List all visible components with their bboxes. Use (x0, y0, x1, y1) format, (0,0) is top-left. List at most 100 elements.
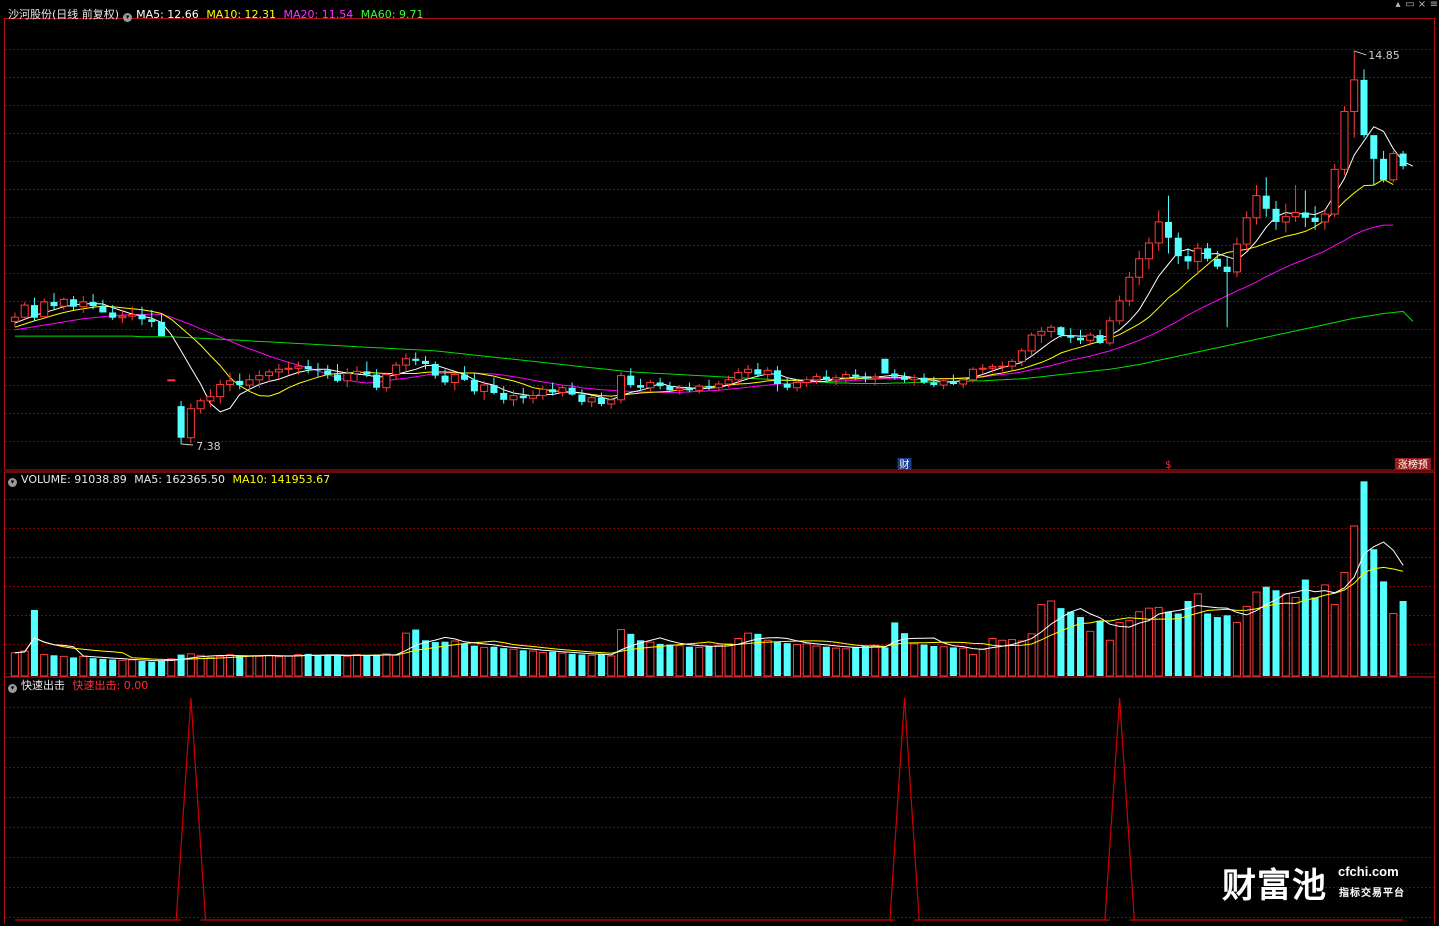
volume-bar (421, 640, 430, 676)
candle-body (930, 382, 938, 386)
volume-bar (314, 655, 322, 676)
volume-bar (930, 646, 938, 676)
candle-body (656, 382, 664, 387)
candle-body (901, 376, 909, 380)
volume-bar (852, 647, 860, 676)
settings-circle-icon[interactable]: ▾ (123, 13, 133, 22)
candle-body (666, 386, 674, 391)
volume-bar (461, 643, 469, 676)
candle-body (1135, 258, 1144, 278)
candle-body (284, 367, 293, 370)
volume-bar (1360, 481, 1368, 676)
candle-body (968, 368, 977, 381)
candle-body (558, 387, 567, 393)
candle-body (167, 379, 176, 382)
volume-bar (1017, 640, 1026, 677)
candle-body (1017, 350, 1026, 362)
volume-bar (1144, 607, 1153, 677)
finance-marker: 财 (900, 458, 910, 471)
volume-bar (1350, 525, 1359, 677)
candle-body (1096, 335, 1104, 343)
volume-bar (30, 609, 38, 676)
candle-body (196, 400, 205, 410)
volume-bar (1399, 601, 1407, 676)
volume-bar (343, 655, 352, 677)
volume-bar (1047, 600, 1056, 677)
volume-bar (1311, 597, 1319, 676)
candle-body (1076, 337, 1085, 341)
volume-bar (616, 629, 626, 677)
indicator-panel-header: ▾ 快速出击 快速出击: 0.00 (8, 679, 152, 693)
candle-body (920, 377, 928, 383)
volume-ma5-label: MA5: 162365.50 (134, 473, 225, 486)
candle-body (1086, 334, 1095, 341)
candle-body (324, 370, 332, 375)
candle-body (637, 385, 645, 388)
candle-body (949, 380, 957, 385)
candle-body (538, 388, 547, 397)
candle-body (1125, 276, 1134, 302)
volume-bar (822, 646, 830, 676)
candle-body (724, 379, 733, 385)
candle-body (353, 370, 362, 374)
volume-bar (324, 654, 332, 676)
volume-bar (1154, 606, 1163, 677)
volume-bar (59, 655, 68, 677)
candle-body (978, 367, 987, 370)
candle-body (763, 369, 772, 376)
volume-bar (1135, 611, 1144, 677)
volume-bar (627, 633, 635, 676)
volume-bar (754, 633, 762, 676)
volume-bar (1272, 590, 1280, 676)
candle-body (597, 397, 605, 405)
candle-body (939, 380, 948, 386)
volume-menu-icon[interactable]: ▾ (8, 478, 17, 487)
price-ma-lines (14, 126, 1414, 413)
min-price-label: 7.38 (196, 440, 221, 453)
volume-bar (363, 655, 371, 676)
candle-body (382, 374, 391, 389)
volume-bar (812, 645, 821, 677)
volume-bar (1242, 605, 1251, 677)
candle-body (158, 321, 166, 337)
volume-bar (773, 642, 781, 676)
menu-icon[interactable]: ≡ (1429, 0, 1439, 10)
volume-bar (158, 661, 166, 676)
candle-body (225, 380, 234, 386)
candle-body (118, 315, 127, 319)
volume-bar (1281, 593, 1290, 677)
watermark-logo: 财富池 cfchi.com 指标交易平台 (1222, 858, 1404, 907)
min-arrow (181, 443, 194, 446)
close-icon[interactable]: × (1417, 0, 1427, 10)
volume-bar (1320, 584, 1329, 677)
candle-body (216, 384, 225, 398)
ma60-label: MA60: 9.71 (360, 8, 424, 21)
candle-body (109, 312, 117, 318)
volume-panel-header: ▾ VOLUME: 91038.89 MA5: 162365.50 MA10: 1… (8, 473, 334, 487)
pin-icon[interactable]: ▴ (1393, 0, 1403, 10)
volume-bar (939, 646, 948, 677)
volume-bar (1291, 596, 1300, 677)
candle-body (822, 376, 830, 380)
candle-body (627, 375, 635, 386)
volume-bar (558, 652, 567, 677)
indicator-menu-icon[interactable]: ▾ (8, 684, 17, 693)
volume-bar (1380, 581, 1388, 676)
candle-body (274, 368, 283, 373)
volume-bar (519, 650, 527, 676)
stock-title[interactable]: 沙河股份(日线 前复权) (8, 8, 119, 21)
candle-body (792, 381, 802, 389)
volume-bar (871, 644, 880, 677)
chart-canvas[interactable]: 14.85 7.38 财 $ 涨榜预 (0, 0, 1439, 926)
restore-icon[interactable]: ▭ (1405, 0, 1415, 10)
candle-body (1184, 256, 1192, 262)
candle-body (304, 366, 312, 370)
volume-bar (412, 629, 420, 676)
candle-body (1301, 212, 1309, 218)
volume-bar (470, 645, 478, 676)
indicator-title[interactable]: 快速出击 (21, 679, 65, 692)
candle-body (685, 388, 693, 391)
volume-bar (333, 656, 342, 676)
volume-bar (607, 655, 616, 677)
volume-bar (1232, 621, 1241, 677)
